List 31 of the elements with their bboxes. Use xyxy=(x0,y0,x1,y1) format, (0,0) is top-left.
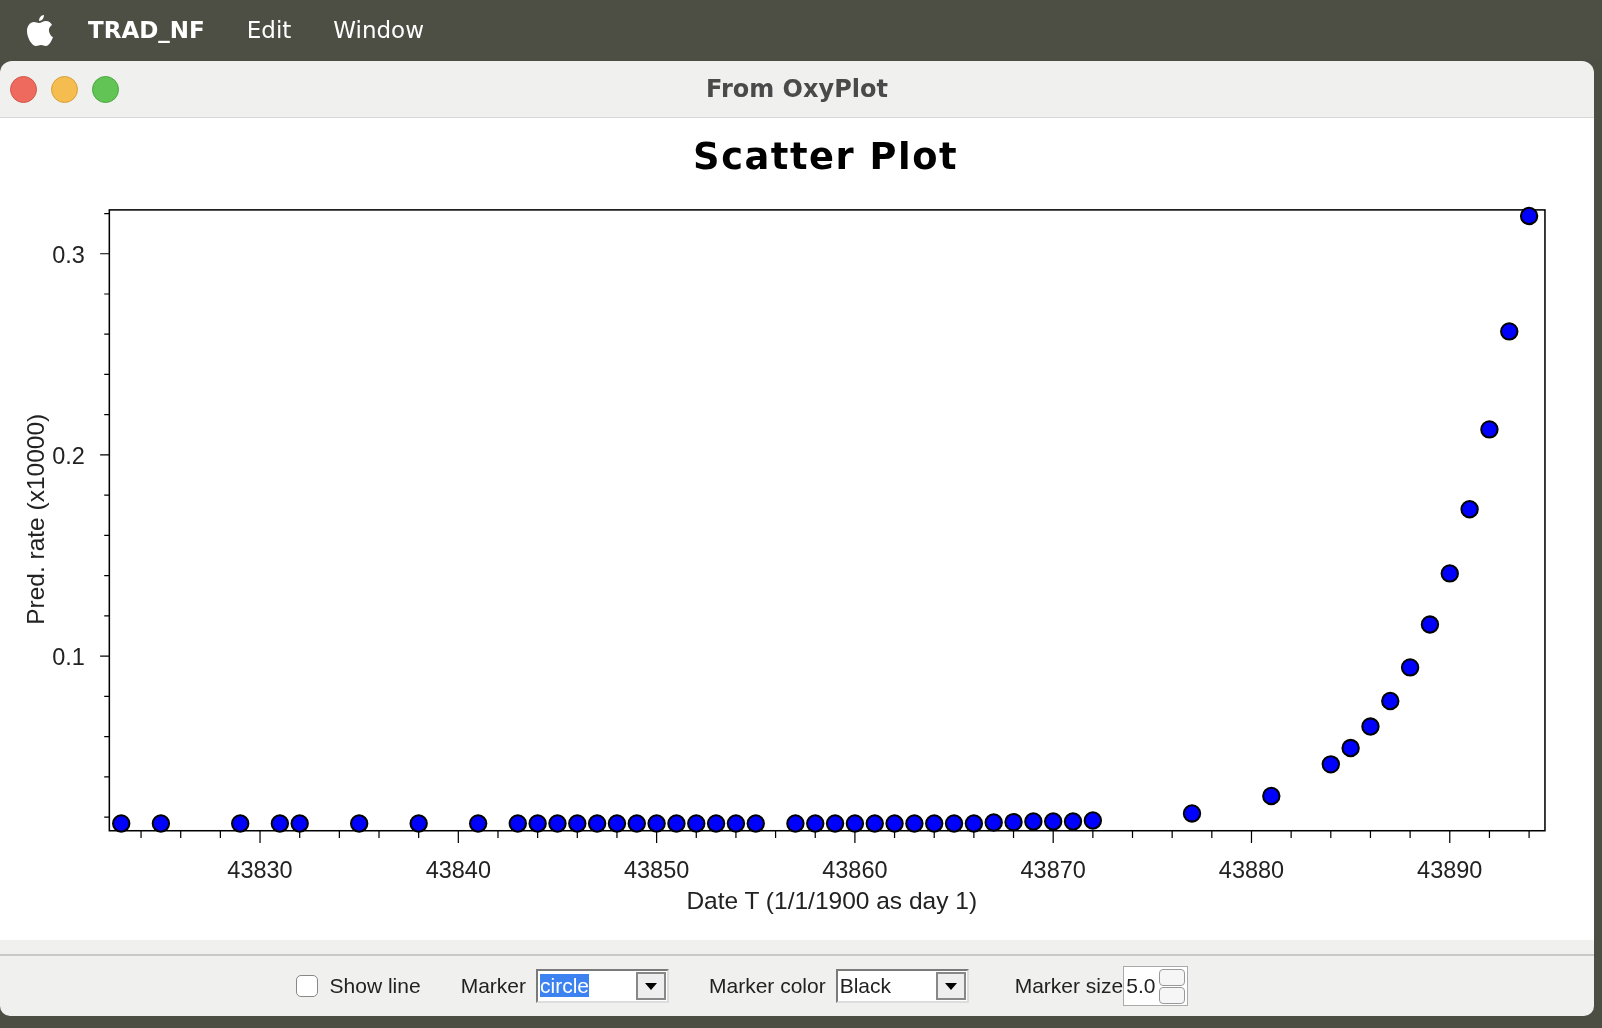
marker-color-label: Marker color xyxy=(709,974,826,998)
dropdown-arrow-icon xyxy=(645,982,657,990)
marker-dropdown[interactable]: circle xyxy=(536,969,669,1003)
x-tick-label: 43870 xyxy=(1020,856,1086,883)
x-tick-label: 43890 xyxy=(1417,856,1483,883)
dropdown-arrow-icon xyxy=(944,982,957,990)
marker-size-spinner[interactable]: 5.0 xyxy=(1123,966,1189,1006)
x-tick-label: 43830 xyxy=(227,856,293,883)
apple-logo-icon[interactable] xyxy=(24,12,54,47)
y-tick-label: 0.3 xyxy=(52,241,85,268)
show-line-checkbox[interactable] xyxy=(295,975,318,997)
marker-color-dropdown[interactable]: Black xyxy=(835,969,969,1003)
window-title: From OxyPlot xyxy=(706,75,888,103)
marker-label: Marker xyxy=(460,974,526,998)
show-line-label[interactable]: Show line xyxy=(329,974,421,998)
menu-item[interactable]: Window xyxy=(333,16,424,43)
y-axis-label: Pred. rate (x10000) xyxy=(21,413,49,625)
menu-item[interactable]: TRAD_NF xyxy=(88,16,205,43)
x-tick-label: 43880 xyxy=(1218,856,1285,883)
menu-item[interactable]: Edit xyxy=(246,16,292,43)
x-axis-label: Date T (1/1/1900 as day 1) xyxy=(686,887,978,915)
x-tick-label: 43860 xyxy=(822,856,888,883)
x-tick-label: 43850 xyxy=(623,856,690,883)
chart-title: Scatter Plot xyxy=(693,135,959,179)
close-button[interactable] xyxy=(10,75,37,103)
y-tick-label: 0.1 xyxy=(52,644,85,671)
zoom-button[interactable] xyxy=(92,75,119,103)
minimize-button[interactable] xyxy=(51,75,78,103)
marker-size-label: Marker size xyxy=(1014,974,1124,998)
x-tick-label: 43840 xyxy=(425,856,491,883)
y-tick-label: 0.2 xyxy=(52,443,85,470)
